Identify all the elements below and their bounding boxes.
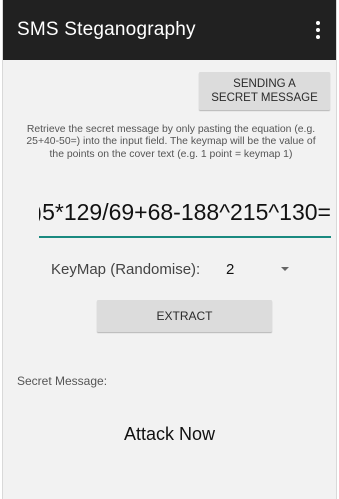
app-screen: SMS Steganography SENDING A SECRET MESSA… xyxy=(2,0,337,499)
keymap-dropdown[interactable]: 2 xyxy=(221,254,303,284)
app-bar: SMS Steganography xyxy=(3,0,336,60)
instructions-text: Retrieve the secret message by only past… xyxy=(26,124,316,160)
send-button-label-line1: SENDING A xyxy=(233,78,296,90)
keymap-label: KeyMap (Randomise): xyxy=(51,261,201,278)
sending-secret-message-button[interactable]: SENDING A SECRET MESSAGE xyxy=(199,72,330,110)
keymap-selected-value: 2 xyxy=(226,261,235,278)
equation-field-container[interactable]: )5*129/69+68-188^215^130= xyxy=(39,192,331,237)
equation-input-underline xyxy=(39,236,331,238)
dropdown-arrow-icon xyxy=(281,267,289,271)
secret-message-text: Attack Now xyxy=(123,424,216,444)
secret-message-label: Secret Message: xyxy=(17,374,108,388)
equation-input[interactable]: )5*129/69+68-188^215^130= xyxy=(39,192,331,232)
app-title: SMS Steganography xyxy=(17,19,196,40)
extract-button[interactable]: EXTRACT xyxy=(97,300,272,332)
more-vert-icon[interactable] xyxy=(306,14,330,46)
send-button-label-line2: SECRET MESSAGE xyxy=(211,92,318,104)
